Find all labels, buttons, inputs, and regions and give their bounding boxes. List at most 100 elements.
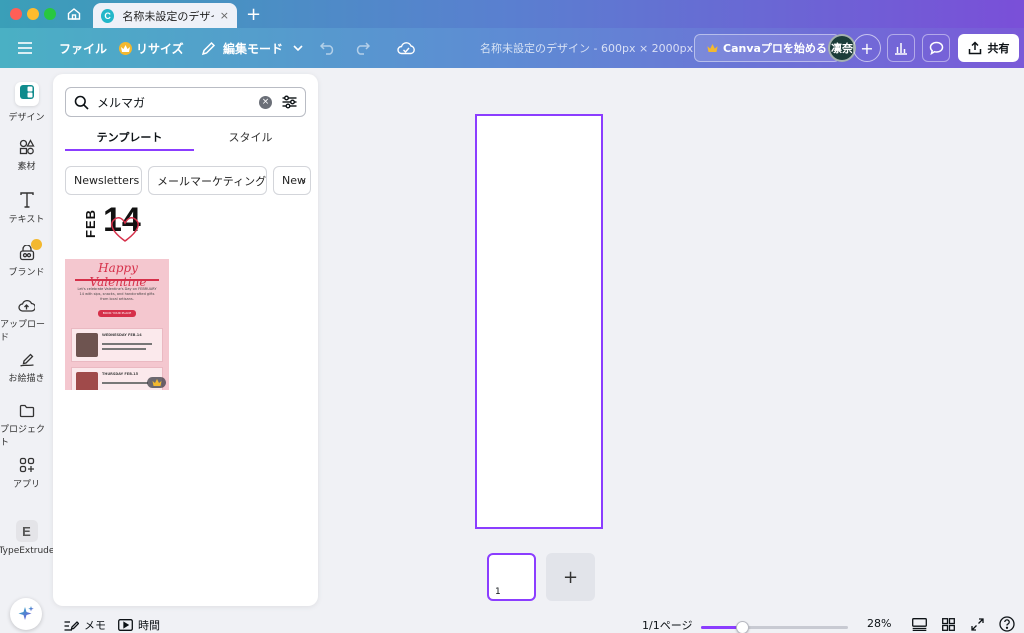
rail-label: プロジェクト (0, 425, 46, 448)
undo-icon (320, 42, 334, 55)
rail-label: デザイン (8, 113, 45, 123)
hamburger-icon (18, 42, 32, 54)
insights-button[interactable] (887, 34, 915, 62)
zoom-window-button[interactable] (44, 8, 56, 20)
browser-tab[interactable]: C 名称未設定のデザイ... × (93, 3, 237, 28)
zoom-slider[interactable] (701, 621, 848, 633)
rail-item-draw[interactable]: お絵描き (0, 351, 53, 384)
template-text-line (102, 382, 148, 384)
template-search-input[interactable]: メルマガ × (65, 87, 306, 117)
minimize-window-button[interactable] (27, 8, 39, 20)
comment-button[interactable] (922, 34, 950, 62)
window-titlebar: C 名称未設定のデザイ... × + (0, 0, 1024, 28)
upload-icon (18, 299, 35, 312)
page-number: 1 (495, 587, 501, 597)
text-icon (19, 192, 34, 208)
plus-icon: + (860, 38, 874, 58)
user-avatar[interactable]: 凛奈 (828, 34, 856, 62)
timer-label: 時間 (138, 619, 160, 632)
filter-icon[interactable] (282, 95, 297, 109)
cloud-check-icon (397, 42, 415, 55)
grid-view-icon[interactable] (942, 618, 955, 631)
fullscreen-icon[interactable] (971, 618, 984, 631)
folder-icon (19, 404, 34, 418)
rail-item-text[interactable]: テキスト (0, 192, 53, 225)
timer-button[interactable]: 時間 (118, 617, 160, 633)
share-button[interactable]: 共有 (958, 34, 1019, 62)
new-tab-button[interactable]: + (246, 4, 261, 25)
close-window-button[interactable] (10, 8, 22, 20)
add-page-button[interactable]: + (546, 553, 595, 601)
template-event-card: WEDNESDAY FEB.14 (71, 328, 163, 362)
template-event-title: WEDNESDAY FEB.14 (102, 333, 142, 337)
file-label: ファイル (59, 41, 108, 56)
search-value: メルマガ (97, 95, 146, 110)
rail-label: アップロード (0, 320, 46, 343)
design-canvas-page[interactable] (475, 114, 603, 529)
rail-item-typeextrude[interactable]: E TypeExtrude (0, 520, 55, 556)
rail-item-uploads[interactable]: アップロード (0, 298, 53, 343)
design-icon (14, 82, 39, 106)
typeextrude-icon: E (15, 520, 38, 542)
redo-button[interactable] (354, 28, 370, 68)
rail-label: アプリ (12, 480, 40, 490)
template-cta: BOOK YOUR PLACE (98, 310, 136, 317)
share-icon (968, 41, 981, 55)
template-body: Let's celebrate Valentine's Day on FEBRU… (77, 287, 157, 301)
template-event-photo (76, 372, 98, 390)
clear-search-icon[interactable]: × (259, 95, 272, 109)
file-menu-button[interactable]: ファイル (59, 28, 107, 68)
template-divider (75, 279, 159, 281)
rail-label: 素材 (17, 162, 36, 172)
timer-icon (118, 619, 133, 631)
template-thumbnail[interactable]: FEB 14 Happy Valentine Let's celebrate V… (65, 207, 169, 390)
crown-icon (152, 379, 161, 386)
filter-chip[interactable]: Newsletters (65, 166, 142, 195)
zoom-value[interactable]: 28% (867, 617, 891, 630)
start-pro-button[interactable]: Canvaプロを始める (694, 34, 840, 62)
editor-toolbar: ファイル リサイズ 編集モード 名称未設定のデザイン - 600px × 200… (0, 28, 1024, 68)
pro-crown-badge (147, 377, 166, 388)
resize-button[interactable]: リサイズ (119, 28, 184, 68)
document-title[interactable]: 名称未設定のデザイン - 600px × 2000px (480, 28, 693, 68)
rail-item-design[interactable]: デザイン (0, 82, 53, 123)
rail-label: テキスト (8, 215, 45, 225)
page-count[interactable]: 1/1ページ (642, 617, 692, 633)
menu-button[interactable] (18, 28, 32, 68)
template-text-line (102, 343, 152, 345)
tab-styles[interactable]: スタイル (186, 129, 315, 151)
page-thumbnail[interactable]: 1 (487, 553, 536, 601)
filter-chip[interactable]: メールマーケティング (148, 166, 267, 195)
tab-templates[interactable]: テンプレート (65, 129, 194, 151)
rail-item-projects[interactable]: プロジェクト (0, 404, 53, 448)
crown-icon (707, 44, 718, 52)
share-label: 共有 (987, 42, 1010, 55)
tab-title: 名称未設定のデザイ... (122, 9, 213, 23)
save-status-button[interactable] (397, 28, 415, 68)
zoom-slider-handle[interactable] (735, 621, 749, 633)
template-month: FEB (83, 209, 98, 238)
apps-icon (19, 457, 34, 473)
rail-label: TypeExtrude (0, 546, 55, 556)
rail-item-apps[interactable]: アプリ (0, 457, 53, 490)
template-event-photo (76, 333, 98, 357)
notes-button[interactable]: メモ (64, 617, 106, 633)
heart-icon (111, 217, 139, 242)
help-icon[interactable] (999, 616, 1015, 632)
filter-chip[interactable]: New › (273, 166, 311, 195)
add-collaborator-button[interactable]: + (853, 34, 881, 62)
rail-item-brand[interactable]: ブランド (0, 239, 53, 278)
search-icon (74, 95, 89, 110)
tab-close-icon[interactable]: × (220, 9, 229, 22)
chevron-right-icon[interactable]: › (302, 175, 306, 188)
page-view-icon[interactable] (912, 618, 927, 631)
rail-item-elements[interactable]: 素材 (0, 139, 53, 172)
elements-icon (19, 139, 35, 155)
template-headline: Happy Valentine (89, 261, 147, 289)
notes-icon (64, 621, 79, 631)
home-icon[interactable] (66, 6, 82, 22)
edit-mode-button[interactable]: 編集モード (201, 28, 303, 68)
bar-chart-icon (895, 43, 907, 55)
chevron-down-icon (293, 45, 303, 51)
undo-button[interactable] (320, 28, 336, 68)
